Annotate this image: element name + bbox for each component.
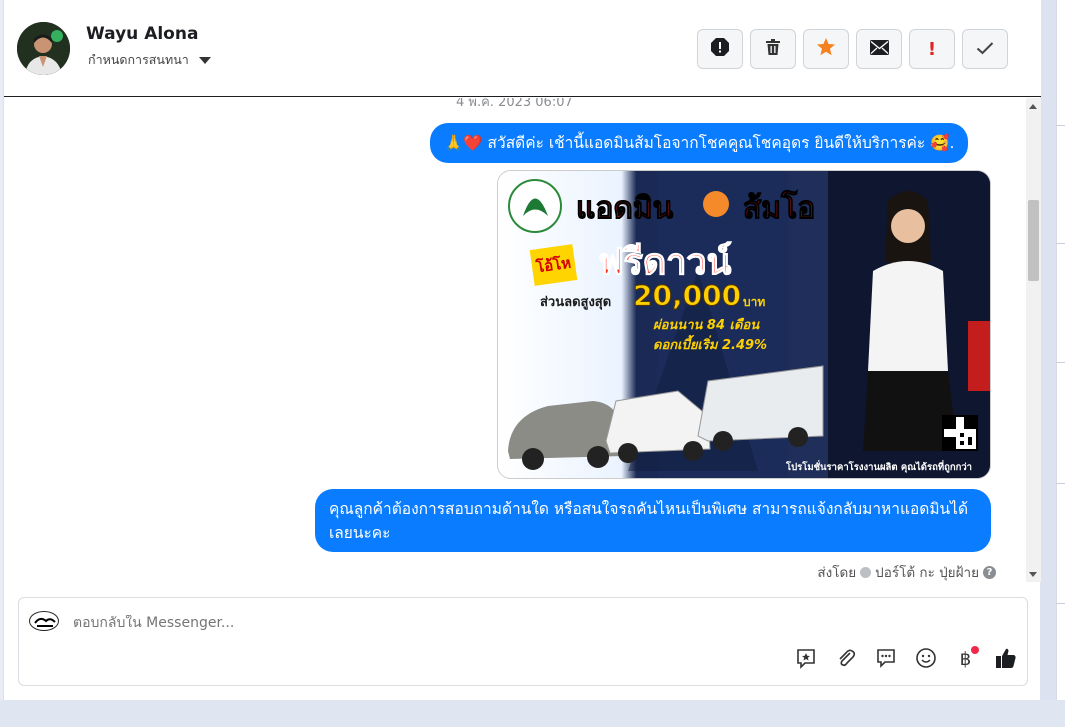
priority-button[interactable]: ! <box>909 29 955 69</box>
header-actions: ! <box>697 29 1008 69</box>
chat-icon <box>875 647 897 673</box>
promo-installment: ผ่อนนาน 84 เดือน <box>653 318 760 333</box>
like-button[interactable] <box>994 648 1017 671</box>
promo-image[interactable]: แอดมิน ส้มโอ โอ้โห ฟรีดาวน์ ส่วนลดสูงสุด… <box>497 170 991 479</box>
promo-footer: โปรโมชั่นราคาโรงงานผลิต คุณได้รถที่ถูกกว… <box>786 462 973 473</box>
payment-button[interactable]: ฿ <box>954 646 979 671</box>
orange-icon <box>703 191 729 217</box>
assign-dropdown[interactable]: กำหนดการสนทนา <box>88 50 211 70</box>
star-button[interactable] <box>803 29 849 69</box>
sent-by-label: ส่งโดย <box>817 565 857 581</box>
scrollbar-track[interactable] <box>1026 98 1041 582</box>
message-timestamp: 4 พ.ค. 2023 06:07 <box>456 98 573 110</box>
attach-icon <box>835 647 857 673</box>
promo-cars <box>508 365 824 470</box>
report-icon <box>710 37 730 61</box>
sent-by: ส่งโดย ปอร์โต้ กะ ปุ่ยฝ้าย ? <box>817 561 996 582</box>
promo-discount-value: 20,000 <box>632 279 742 313</box>
conversation-panel: Wayu Alona กำหนดการสนทนา ! 4 พ.ค. 2023 0… <box>3 0 1041 700</box>
sender-check-icon <box>860 566 872 578</box>
saved-reply-button[interactable] <box>794 648 817 671</box>
promo-headline-name: ส้มโอ <box>742 191 816 227</box>
contact-avatar[interactable] <box>17 22 70 75</box>
scrollbar-thumb[interactable] <box>1028 200 1039 281</box>
done-icon <box>976 40 994 59</box>
composer-tools: ฿ <box>794 646 1017 673</box>
bottom-edge <box>0 700 1065 727</box>
quick-chat-button[interactable] <box>874 648 897 671</box>
sent-by-name[interactable]: ปอร์โต้ กะ ปุ่ยฝ้าย <box>875 561 979 582</box>
like-icon <box>995 647 1017 673</box>
promo-badge: โอ้โห <box>529 244 578 286</box>
notification-dot <box>971 646 979 654</box>
delete-button[interactable] <box>750 29 796 69</box>
reply-input[interactable] <box>73 615 673 631</box>
message-thread[interactable]: 4 พ.ค. 2023 06:07 🙏❤️ สวัสดีค่ะ เช้านี้แ… <box>4 98 1024 582</box>
right-edge <box>1040 0 1065 727</box>
chevron-down-icon <box>198 56 211 64</box>
message-bubble-inquiry[interactable]: คุณลูกค้าต้องการสอบถามด้านใด หรือสนใจรถค… <box>315 489 991 552</box>
emoji-icon <box>915 647 937 673</box>
page-avatar <box>29 611 59 631</box>
promo-discount-unit: บาท <box>743 295 766 309</box>
mark-unread-button[interactable] <box>856 29 902 69</box>
scroll-down-icon[interactable] <box>1029 572 1037 577</box>
report-button[interactable] <box>697 29 743 69</box>
promo-discount-label: ส่วนลดสูงสุด <box>540 295 612 310</box>
message-bubble-greeting[interactable]: 🙏❤️ สวัสดีค่ะ เช้านี้แอดมินส้มโอจากโชคคู… <box>430 123 969 163</box>
qr-code-icon <box>942 415 978 451</box>
baht-icon: ฿ <box>959 649 972 670</box>
help-icon[interactable]: ? <box>983 565 996 579</box>
star-icon <box>816 37 836 61</box>
contact-name: Wayu Alona <box>86 24 199 44</box>
promo-interest: ดอกเบี้ยเริ่ม 2.49% <box>653 338 768 353</box>
attach-button[interactable] <box>834 648 857 671</box>
saved-reply-icon <box>795 647 817 673</box>
assign-label: กำหนดการสนทนา <box>88 52 189 67</box>
promo-headline: แอดมิน <box>575 191 674 227</box>
reply-composer: ฿ <box>18 597 1028 686</box>
emoji-button[interactable] <box>914 647 937 673</box>
trash-icon <box>764 38 782 60</box>
conversation-header: Wayu Alona กำหนดการสนทนา ! <box>4 0 1041 97</box>
mark-done-button[interactable] <box>962 29 1008 69</box>
priority-icon: ! <box>927 38 937 60</box>
mail-icon <box>869 39 889 59</box>
scroll-up-icon[interactable] <box>1029 104 1037 109</box>
